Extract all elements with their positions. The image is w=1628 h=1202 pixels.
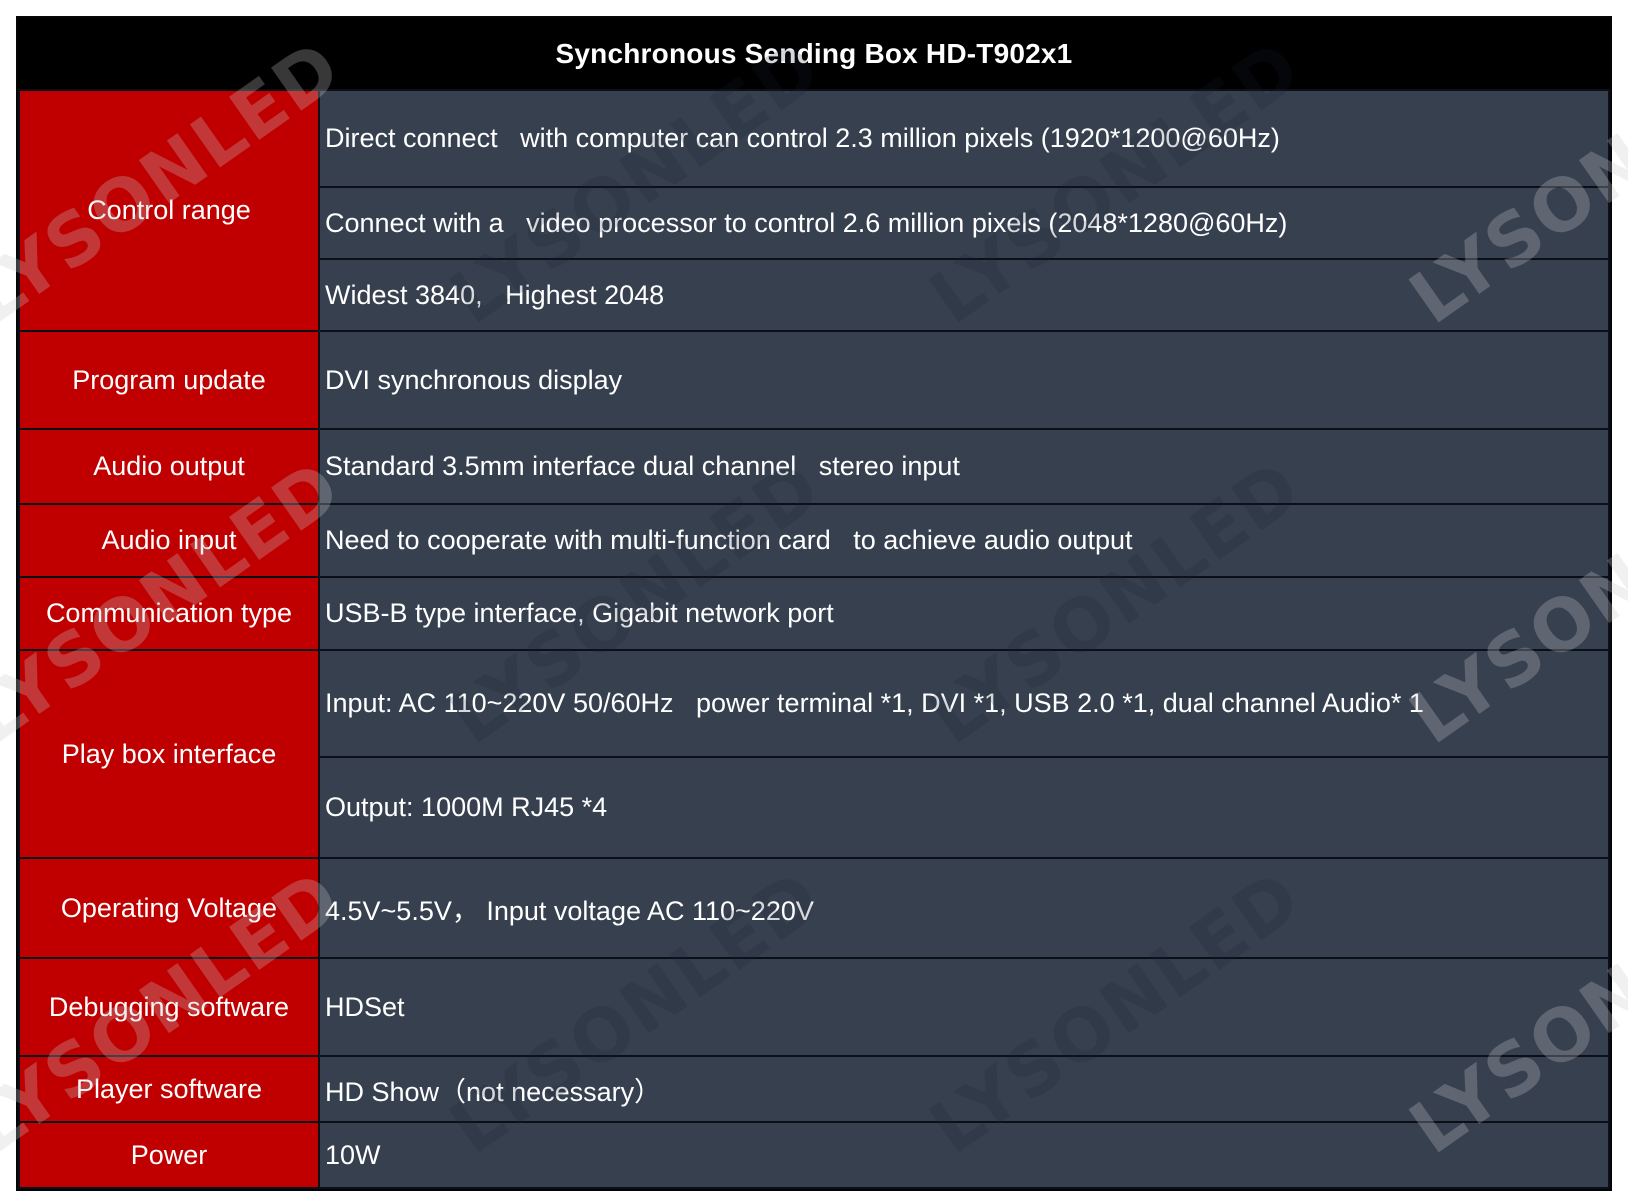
table-row-operating-voltage: Operating Voltage 4.5V~5.5V， Input volta… [18,857,1610,959]
table-title-text: Synchronous Sending Box HD-T902x1 [555,37,1073,69]
row-label: Program update [18,330,320,430]
table-row-control-range: Control range Direct connect with comput… [18,89,1610,332]
row-label: Control range [18,89,320,332]
table-row-program-update: Program update DVI synchronous display [18,330,1610,430]
row-value: Input: AC 110~220V 50/60Hz power termina… [318,649,1610,758]
table-row-audio-output: Audio output Standard 3.5mm interface du… [18,428,1610,505]
row-label: Operating Voltage [18,857,320,959]
row-label: Communication type [18,576,320,651]
row-value: 10W [318,1121,1610,1189]
row-value: HDSet [318,957,1610,1057]
row-value: HD Show（not necessary） [318,1055,1610,1123]
row-value: Direct connect with computer can control… [318,89,1610,188]
spec-sheet: Synchronous Sending Box HD-T902x1 Contro… [16,16,1612,1191]
table-title: Synchronous Sending Box HD-T902x1 [18,18,1610,89]
row-value: Widest 3840, Highest 2048 [318,258,1610,332]
table-row-play-box-interface: Play box interface Input: AC 110~220V 50… [18,649,1610,859]
table-row-debugging-software: Debugging software HDSet [18,957,1610,1057]
row-label: Player software [18,1055,320,1123]
row-label: Audio input [18,503,320,578]
row-value: Need to cooperate with multi-function ca… [318,503,1610,578]
row-value: Connect with a video processor to contro… [318,186,1610,260]
table-row-communication-type: Communication type USB-B type interface,… [18,576,1610,651]
row-value: DVI synchronous display [318,330,1610,430]
table-row-player-software: Player software HD Show（not necessary） [18,1055,1610,1123]
row-value: USB-B type interface, Gigabit network po… [318,576,1610,651]
row-value: 4.5V~5.5V， Input voltage AC 110~220V [318,857,1610,959]
row-label: Play box interface [18,649,320,859]
row-value: Output: 1000M RJ45 *4 [318,756,1610,859]
table-row-audio-input: Audio input Need to cooperate with multi… [18,503,1610,578]
row-label: Power [18,1121,320,1189]
table-row-power: Power 10W [18,1121,1610,1189]
row-label: Debugging software [18,957,320,1057]
row-value: Standard 3.5mm interface dual channel st… [318,428,1610,505]
row-label: Audio output [18,428,320,505]
spec-table: Control range Direct connect with comput… [18,89,1610,1189]
